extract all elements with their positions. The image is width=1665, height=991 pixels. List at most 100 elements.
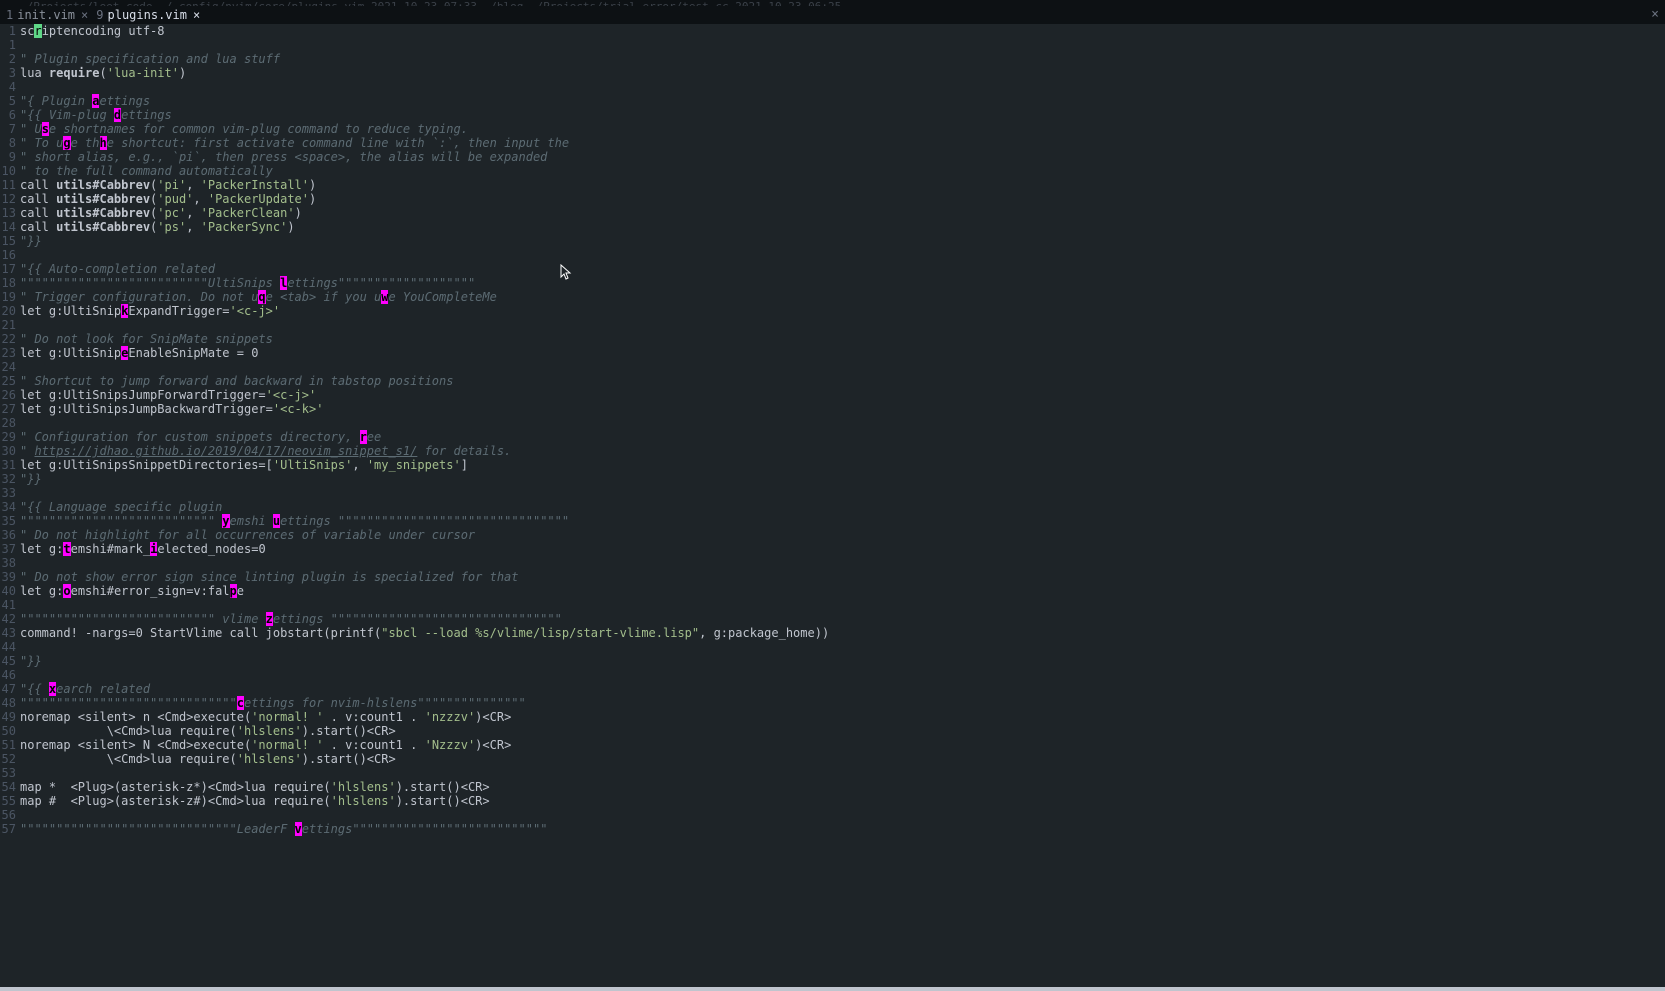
code-line[interactable]: 4 <box>0 80 1665 94</box>
code-line[interactable]: 12call utils#Cabbrev('pud', 'PackerUpdat… <box>0 192 1665 206</box>
code-line[interactable]: 22" Do not look for SnipMate snippets <box>0 332 1665 346</box>
line-number: 50 <box>0 724 18 738</box>
code-content: "{ Plugin aettings <box>18 94 150 108</box>
code-line[interactable]: 56 <box>0 808 1665 822</box>
line-number: 52 <box>0 752 18 766</box>
code-line[interactable]: 50 \<Cmd>lua require('hlslens').start()<… <box>0 724 1665 738</box>
code-line[interactable]: 8" To uge thhe shortcut: first activate … <box>0 136 1665 150</box>
code-line[interactable]: 29" Configuration for custom snippets di… <box>0 430 1665 444</box>
code-line[interactable]: 32"}} <box>0 472 1665 486</box>
code-line[interactable]: 5"{ Plugin aettings <box>0 94 1665 108</box>
hop-hint[interactable]: t <box>63 542 70 556</box>
code-line[interactable]: 1scriptencoding utf-8 <box>0 24 1665 38</box>
code-line[interactable]: 13call utils#Cabbrev('pc', 'PackerClean'… <box>0 206 1665 220</box>
code-line[interactable]: 27let g:UltiSnipsJumpBackwardTrigger='<c… <box>0 402 1665 416</box>
line-number: 23 <box>0 346 18 360</box>
code-line[interactable]: 30" https://jdhao.github.io/2019/04/17/n… <box>0 444 1665 458</box>
line-number: 12 <box>0 192 18 206</box>
code-line[interactable]: 42""""""""""""""""""""""""""" vlime zett… <box>0 612 1665 626</box>
code-line[interactable]: 55map # <Plug>(asterisk-z#)<Cmd>lua requ… <box>0 794 1665 808</box>
code-line[interactable]: 45"}} <box>0 654 1665 668</box>
hop-hint[interactable]: y <box>222 514 229 528</box>
line-number: 55 <box>0 794 18 808</box>
code-line[interactable]: 7" Use shortnames for common vim-plug co… <box>0 122 1665 136</box>
code-line[interactable]: 37let g:temshi#mark_ielected_nodes=0 <box>0 542 1665 556</box>
code-content: call utils#Cabbrev('pc', 'PackerClean') <box>18 206 302 220</box>
code-line[interactable]: 41 <box>0 598 1665 612</box>
code-line[interactable]: 52 \<Cmd>lua require('hlslens').start()<… <box>0 752 1665 766</box>
code-line[interactable]: 43command! -nargs=0 StartVlime call jobs… <box>0 626 1665 640</box>
code-line[interactable]: 3lua require('lua-init') <box>0 66 1665 80</box>
code-line[interactable]: 17"{{ Auto-completion related <box>0 262 1665 276</box>
code-line[interactable]: 23let g:UltiSnipeEnableSnipMate = 0 <box>0 346 1665 360</box>
code-line[interactable]: 35""""""""""""""""""""""""""" yemshi uet… <box>0 514 1665 528</box>
code-line[interactable]: 11call utils#Cabbrev('pi', 'PackerInstal… <box>0 178 1665 192</box>
code-line[interactable]: 18""""""""""""""""""""""""""UltiSnips le… <box>0 276 1665 290</box>
code-line[interactable]: 16 <box>0 248 1665 262</box>
code-line[interactable]: 33 <box>0 486 1665 500</box>
code-line[interactable]: 26let g:UltiSnipsJumpForwardTrigger='<c-… <box>0 388 1665 402</box>
code-line[interactable]: 9" short alias, e.g., `pi`, then press <… <box>0 150 1665 164</box>
code-line[interactable]: 53 <box>0 766 1665 780</box>
status-line <box>0 987 1665 991</box>
hop-hint[interactable]: v <box>295 822 302 836</box>
hop-hint[interactable]: h <box>100 136 107 150</box>
hop-hint[interactable]: q <box>258 290 265 304</box>
code-line[interactable]: 49noremap <silent> n <Cmd>execute('norma… <box>0 710 1665 724</box>
hop-hint[interactable]: r <box>360 430 367 444</box>
hop-hint[interactable]: o <box>63 584 70 598</box>
code-line[interactable]: 31let g:UltiSnipsSnippetDirectories=['Ul… <box>0 458 1665 472</box>
close-icon[interactable]: × <box>193 8 200 22</box>
code-line[interactable]: 6"{{ Vim-plug dettings <box>0 108 1665 122</box>
code-content <box>18 318 20 332</box>
tab-init-vim[interactable]: 1 init.vim × <box>2 6 92 24</box>
code-content: call utils#Cabbrev('ps', 'PackerSync') <box>18 220 295 234</box>
hop-hint[interactable]: c <box>237 696 244 710</box>
code-content: let g:temshi#mark_ielected_nodes=0 <box>18 542 266 556</box>
code-line[interactable]: 46 <box>0 668 1665 682</box>
hop-hint[interactable]: z <box>266 612 273 626</box>
code-content <box>18 416 20 430</box>
code-line[interactable]: 54map * <Plug>(asterisk-z*)<Cmd>lua requ… <box>0 780 1665 794</box>
code-line[interactable]: 57""""""""""""""""""""""""""""""LeaderF … <box>0 822 1665 836</box>
line-number: 37 <box>0 542 18 556</box>
code-line[interactable]: 10" to the full command automatically <box>0 164 1665 178</box>
code-content: " Do not highlight for all occurrences o… <box>18 528 475 542</box>
line-number: 49 <box>0 710 18 724</box>
code-line[interactable]: 28 <box>0 416 1665 430</box>
code-line[interactable]: 40let g:oemshi#error_sign=v:falpe <box>0 584 1665 598</box>
line-number: 25 <box>0 374 18 388</box>
code-line[interactable]: 36" Do not highlight for all occurrences… <box>0 528 1665 542</box>
line-number: 20 <box>0 304 18 318</box>
code-line[interactable]: 2" Plugin specification and lua stuff <box>0 52 1665 66</box>
code-line[interactable]: 19" Trigger configuration. Do not uqe <t… <box>0 290 1665 304</box>
code-line[interactable]: 47"{{ xearch related <box>0 682 1665 696</box>
close-icon[interactable]: × <box>81 8 88 22</box>
code-line[interactable]: 14call utils#Cabbrev('ps', 'PackerSync') <box>0 220 1665 234</box>
code-line[interactable]: 21 <box>0 318 1665 332</box>
line-number: 4 <box>0 80 18 94</box>
hop-hint[interactable]: p <box>230 584 237 598</box>
code-content: " Use shortnames for common vim-plug com… <box>18 122 468 136</box>
code-content: "}} <box>18 472 42 486</box>
hop-hint[interactable]: s <box>42 122 49 136</box>
close-icon[interactable]: × <box>1651 8 1659 22</box>
code-line[interactable]: 1 <box>0 38 1665 52</box>
line-number: 46 <box>0 668 18 682</box>
code-content <box>18 808 20 822</box>
code-content <box>18 766 20 780</box>
hop-hint[interactable]: g <box>63 136 70 150</box>
tab-number: 1 <box>6 8 13 22</box>
tab-plugins-vim[interactable]: 9 plugins.vim × <box>92 6 204 24</box>
code-line[interactable]: 51noremap <silent> N <Cmd>execute('norma… <box>0 738 1665 752</box>
code-line[interactable]: 38 <box>0 556 1665 570</box>
code-line[interactable]: 34"{{ Language specific plugin <box>0 500 1665 514</box>
code-line[interactable]: 39" Do not show error sign since linting… <box>0 570 1665 584</box>
code-editor[interactable]: 1scriptencoding utf-812" Plugin specific… <box>0 24 1665 836</box>
code-line[interactable]: 48""""""""""""""""""""""""""""""cettings… <box>0 696 1665 710</box>
code-line[interactable]: 25" Shortcut to jump forward and backwar… <box>0 374 1665 388</box>
code-line[interactable]: 44 <box>0 640 1665 654</box>
code-line[interactable]: 20let g:UltiSnipkExpandTrigger='<c-j>' <box>0 304 1665 318</box>
code-line[interactable]: 24 <box>0 360 1665 374</box>
code-line[interactable]: 15"}} <box>0 234 1665 248</box>
